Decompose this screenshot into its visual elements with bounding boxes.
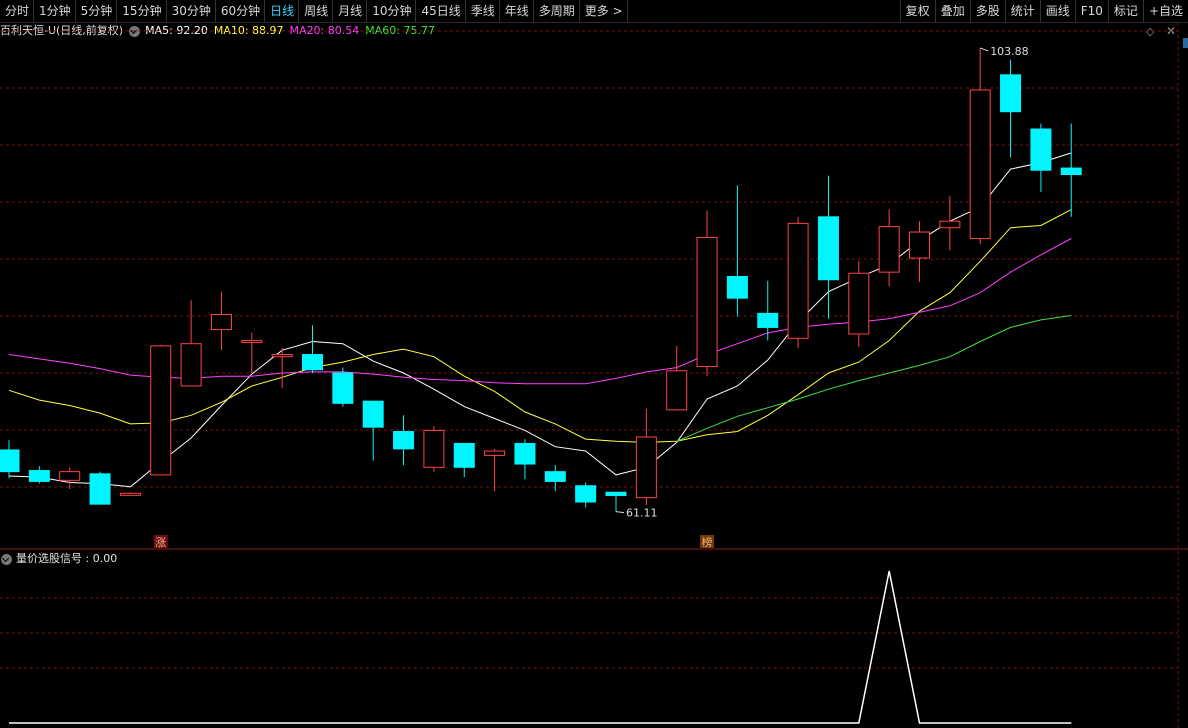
candle-body: [969, 89, 991, 240]
chart-canvas: 103.88 61.11 涨 榜: [0, 23, 1188, 728]
candle-body: [362, 400, 384, 428]
candle-body: [848, 272, 870, 335]
event-badge-text: 榜: [702, 535, 713, 549]
candle-body: [939, 220, 961, 229]
candle-body: [180, 343, 202, 387]
candle-body: [302, 354, 323, 371]
candle-body: [332, 372, 354, 404]
high-price-label: 103.88: [990, 45, 1028, 58]
candle-body: [59, 471, 81, 481]
candle-body: [909, 231, 930, 259]
candle-body: [605, 491, 627, 496]
event-badge-text: 涨: [155, 536, 166, 549]
candle-body: [0, 449, 20, 473]
candle-body: [575, 485, 597, 503]
candle-body: [757, 312, 779, 328]
candle-body: [514, 442, 536, 465]
candle-body: [271, 354, 293, 358]
candle-body: [544, 471, 566, 482]
candle-body: [1000, 74, 1022, 113]
line-ma60: [676, 315, 1072, 442]
candle-body: [210, 313, 232, 331]
candle-body: [241, 339, 263, 343]
candle-body: [635, 436, 657, 499]
candle-body: [1060, 167, 1082, 176]
low-price-label: 61.11: [626, 507, 658, 520]
candle-body: [817, 216, 839, 281]
candle-body: [393, 431, 415, 450]
candle-body: [423, 429, 445, 468]
candle-body: [696, 236, 718, 367]
low-marker-arrow: [615, 511, 625, 514]
candle-body: [484, 450, 506, 456]
signal-line: [9, 570, 1072, 724]
candle-body: [89, 473, 111, 505]
candle-body: [726, 275, 748, 299]
candle-body: [119, 492, 141, 496]
candle-body: [150, 345, 172, 476]
candle-body: [1030, 128, 1052, 171]
high-marker-arrow: [980, 47, 989, 52]
candle-body: [453, 442, 475, 468]
candle-body: [28, 470, 50, 482]
candle-body: [878, 226, 900, 273]
candle-body: [787, 222, 809, 339]
candle-body: [666, 370, 688, 411]
